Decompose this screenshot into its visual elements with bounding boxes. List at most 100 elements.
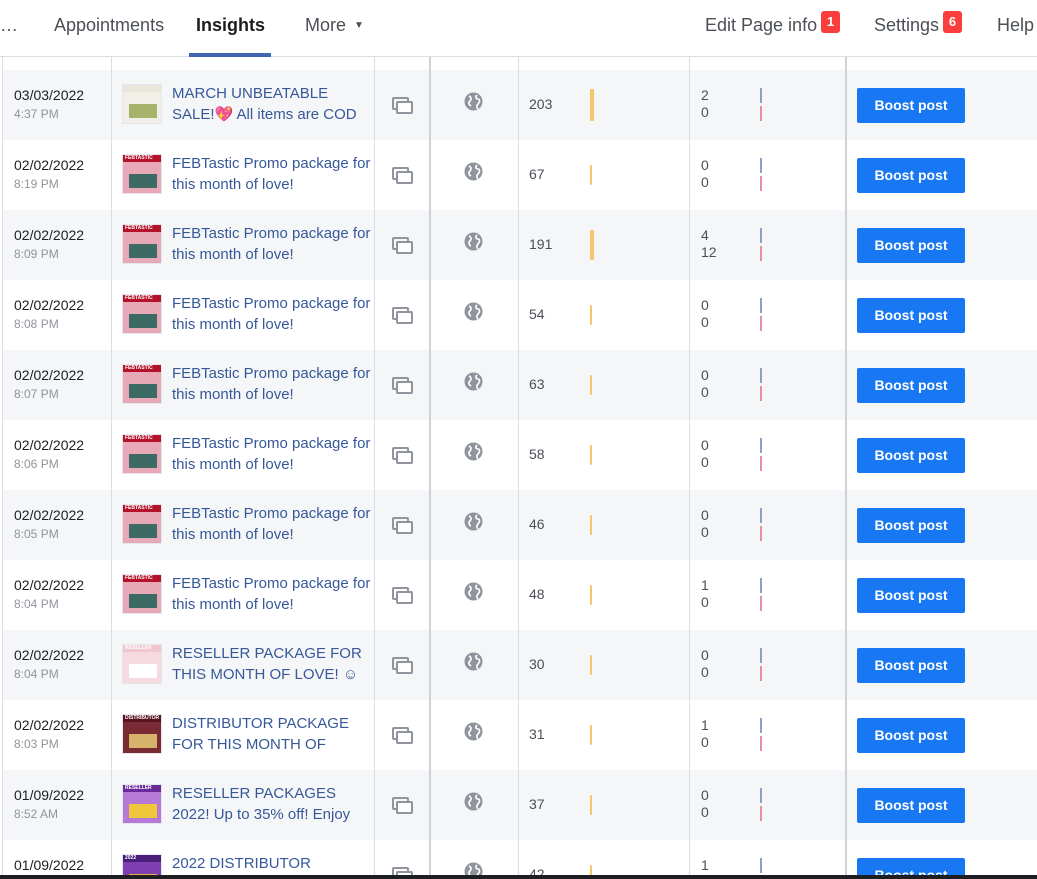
engagement-reactions-bar (760, 316, 762, 331)
engagement-clicks-value: 0 (701, 787, 709, 803)
product-photo-icon[interactable] (122, 84, 162, 124)
column-divider (429, 57, 431, 879)
distributor-photo-icon[interactable]: DISTRIBUTOR (122, 714, 162, 754)
multi-photo-post-type-icon (392, 97, 413, 114)
post-title-link[interactable]: FEBTastic Promo package for this month o… (172, 293, 372, 335)
engagement-clicks-value: 0 (701, 367, 709, 383)
engagement-reactions-value: 0 (701, 664, 709, 680)
boost-post-button[interactable]: Boost post (857, 298, 965, 333)
boost-post-button[interactable]: Boost post (857, 648, 965, 683)
post-title-link[interactable]: FEBTastic Promo package for this month o… (172, 573, 372, 615)
tab-more-label: More (305, 15, 347, 35)
engagement-clicks-value: 0 (701, 437, 709, 453)
boost-post-button[interactable]: Boost post (857, 718, 965, 753)
engagement-reactions-value: 0 (701, 104, 709, 120)
engagement-clicks-bar (760, 438, 762, 453)
globe-public-icon (464, 792, 483, 811)
post-date: 02/02/2022 (14, 227, 85, 243)
settings-link[interactable]: Settings 6 (874, 0, 963, 57)
boost-post-button[interactable]: Boost post (857, 578, 965, 613)
reach-bar (590, 305, 592, 325)
post-title-link[interactable]: DISTRIBUTOR PACKAGE FOR THIS MONTH OF (172, 713, 372, 755)
post-time: 8:07 PM (14, 387, 59, 401)
boost-post-button[interactable]: Boost post (857, 438, 965, 473)
post-date: 01/09/2022 (14, 787, 85, 803)
engagement-reactions-value: 0 (701, 524, 709, 540)
engagement-clicks-value: 2 (701, 87, 709, 103)
post-title-link[interactable]: FEBTastic Promo package for this month o… (172, 433, 372, 475)
engagement-clicks-bar (760, 228, 762, 243)
published-posts-table: 03/03/2022 4:37 PM MARCH UNBEATABLE SALE!💖… (0, 57, 1037, 879)
multi-photo-post-type-icon (392, 587, 413, 604)
post-date: 02/02/2022 (14, 367, 85, 383)
post-row: 03/03/2022 4:37 PM MARCH UNBEATABLE SALE!💖… (3, 70, 1037, 140)
tab-more[interactable]: More ▼ (305, 0, 364, 57)
engagement-clicks-bar (760, 298, 762, 313)
engagement-clicks-bar (760, 648, 762, 663)
reach-value: 58 (529, 446, 545, 462)
notification-badge: 6 (943, 11, 963, 33)
post-time: 4:37 PM (14, 107, 59, 121)
post-date: 02/02/2022 (14, 507, 85, 523)
post-title-link[interactable]: RESELLER PACKAGE FOR THIS MONTH OF LOVE!… (172, 643, 372, 685)
boost-post-button[interactable]: Boost post (857, 228, 965, 263)
tab-appointments[interactable]: Appointments (54, 0, 164, 57)
engagement-clicks-bar (760, 158, 762, 173)
engagement-clicks-value: 0 (701, 157, 709, 173)
febtastic-photo-icon[interactable]: FEBTASTIC (122, 294, 162, 334)
post-row: 02/02/2022 8:05 PM FEBTASTIC FEBTastic Prom… (3, 490, 1037, 560)
reseller-2022-photo-icon[interactable]: RESELLER (122, 784, 162, 824)
post-title-link[interactable]: FEBTastic Promo package for this month o… (172, 153, 372, 195)
multi-photo-post-type-icon (392, 657, 413, 674)
febtastic-photo-icon[interactable]: FEBTASTIC (122, 504, 162, 544)
febtastic-photo-icon[interactable]: FEBTASTIC (122, 224, 162, 264)
engagement-clicks-bar (760, 858, 762, 873)
febtastic-photo-icon[interactable]: FEBTASTIC (122, 364, 162, 404)
boost-post-button[interactable]: Boost post (857, 158, 965, 193)
post-row: 02/02/2022 8:19 PM FEBTASTIC FEBTastic Prom… (3, 140, 1037, 210)
engagement-clicks-bar (760, 508, 762, 523)
reach-value: 37 (529, 796, 545, 812)
post-row: 01/09/2022 2022 2022 DISTRIBUTOR 42 1 Boost p… (3, 840, 1037, 879)
boost-post-button[interactable]: Boost post (857, 88, 965, 123)
reach-bar (590, 230, 594, 260)
reach-value: 67 (529, 166, 545, 182)
boost-post-button[interactable]: Boost post (857, 368, 965, 403)
reseller-photo-icon[interactable]: RESELLER (122, 644, 162, 684)
post-title-link[interactable]: MARCH UNBEATABLE SALE!💖 All items are CO… (172, 83, 372, 125)
post-title-link[interactable]: FEBTastic Promo package for this month o… (172, 503, 372, 545)
reach-value: 31 (529, 726, 545, 742)
boost-post-button[interactable]: Boost post (857, 788, 965, 823)
post-row: 01/09/2022 8:52 AM RESELLER RESELLER PACKAG… (3, 770, 1037, 840)
engagement-reactions-bar (760, 106, 762, 121)
post-date: 02/02/2022 (14, 577, 85, 593)
tab-insights[interactable]: Insights (196, 0, 265, 57)
post-title-link[interactable]: 2022 DISTRIBUTOR (172, 853, 372, 874)
reach-value: 191 (529, 236, 553, 252)
overflow-ellipsis[interactable]: … (0, 0, 18, 57)
window-bottom-edge (0, 875, 1037, 879)
settings-label: Settings (874, 15, 940, 35)
engagement-reactions-bar (760, 386, 762, 401)
engagement-reactions-value: 0 (701, 804, 709, 820)
globe-public-icon (464, 652, 483, 671)
multi-photo-post-type-icon (392, 517, 413, 534)
globe-public-icon (464, 92, 483, 111)
globe-public-icon (464, 442, 483, 461)
febtastic-photo-icon[interactable]: FEBTASTIC (122, 434, 162, 474)
help-link[interactable]: Help (997, 0, 1034, 57)
multi-photo-post-type-icon (392, 167, 413, 184)
edit-page-info-link[interactable]: Edit Page info 1 (705, 0, 841, 57)
boost-post-button[interactable]: Boost post (857, 508, 965, 543)
post-date: 02/02/2022 (14, 717, 85, 733)
reach-value: 54 (529, 306, 545, 322)
post-time: 8:04 PM (14, 597, 59, 611)
febtastic-photo-icon[interactable]: FEBTASTIC (122, 154, 162, 194)
globe-public-icon (464, 372, 483, 391)
column-divider (518, 57, 519, 879)
post-title-link[interactable]: FEBTastic Promo package for this month o… (172, 363, 372, 405)
post-title-link[interactable]: FEBTastic Promo package for this month o… (172, 223, 372, 265)
post-title-link[interactable]: RESELLER PACKAGES 2022! Up to 35% off! E… (172, 783, 372, 825)
febtastic-photo-icon[interactable]: FEBTASTIC (122, 574, 162, 614)
reach-bar (590, 585, 592, 605)
